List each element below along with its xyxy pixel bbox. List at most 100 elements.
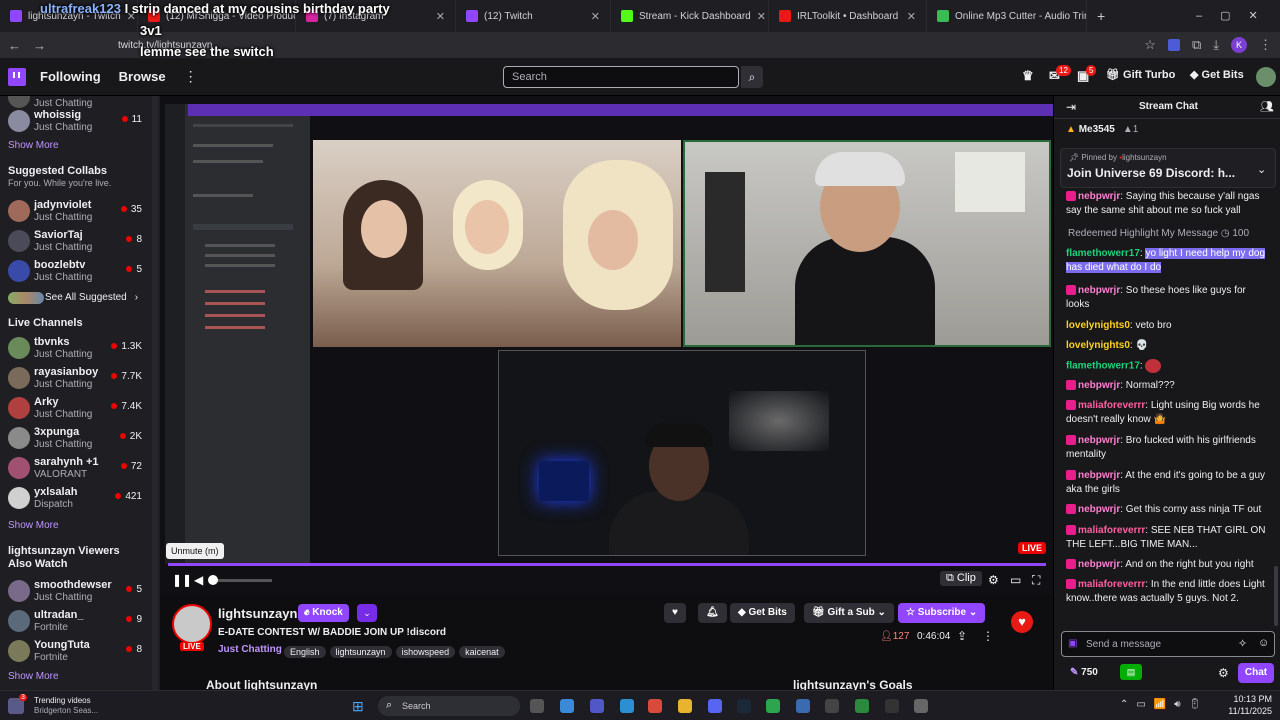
chat-settings-gear-icon[interactable]: ⚙ — [1218, 666, 1229, 680]
bookmark-star-icon[interactable]: ☆ — [1144, 37, 1156, 53]
new-tab-button[interactable]: + — [1087, 0, 1117, 32]
notification-bell-button[interactable]: 🔔︎ — [698, 603, 727, 623]
live-channel[interactable]: tbvnks Just Chatting 1.3K — [0, 333, 150, 363]
obs-icon[interactable] — [885, 699, 899, 713]
prime-crown-icon[interactable]: ♛ — [1022, 68, 1034, 86]
app-icon[interactable] — [855, 699, 869, 713]
discord-icon[interactable] — [708, 699, 722, 713]
show-more-link[interactable]: Show More — [8, 671, 59, 682]
subscribe-button[interactable]: ☆ Subscribe ⌄ — [898, 603, 986, 623]
bits-cheer-icon[interactable]: ✧ — [1238, 637, 1247, 650]
gift-sub-button[interactable]: 🎁︎ Gift a Sub ⌄ — [804, 603, 894, 623]
collab-channel[interactable]: jadynviolet Just Chatting 35 — [0, 196, 150, 226]
get-bits-button[interactable]: ◆ Get Bits — [730, 603, 795, 623]
windows-start-icon[interactable]: ⊞ — [352, 698, 364, 715]
leaderboard-entry[interactable]: ▲ Me3545 ▲1 — [1066, 124, 1138, 135]
knock-dropdown-chevron-icon[interactable]: ⌄ — [357, 604, 377, 622]
tag[interactable]: English — [284, 646, 326, 658]
tag[interactable]: lightsunzayn — [329, 646, 392, 658]
pinned-message[interactable]: 📌︎ Pinned by ▪lightsunzayn Join Universe… — [1060, 148, 1276, 188]
window-controls[interactable]: ‒▢✕ — [1196, 9, 1276, 22]
channel-name[interactable]: lightsunzayn — [218, 606, 297, 621]
browse-link[interactable]: Browse — [119, 69, 166, 84]
close-icon[interactable]: ✕ — [436, 10, 445, 23]
knock-button[interactable]: ✊︎ Knock — [298, 604, 349, 622]
get-bits-button[interactable]: ◆ Get Bits — [1190, 68, 1244, 86]
browser-tab[interactable]: (12) Twitch ✕ — [456, 0, 611, 32]
playback-progress-bar[interactable] — [168, 563, 1046, 566]
menu-kebab-icon[interactable]: ⋮ — [1259, 37, 1272, 53]
more-options-icon[interactable]: ⋮ — [982, 629, 994, 643]
clock-date[interactable]: 11/11/2025 — [1222, 706, 1272, 716]
channel-points-balance[interactable]: ✎ 750 — [1070, 667, 1098, 678]
close-icon[interactable]: ✕ — [907, 10, 916, 23]
browser-tab[interactable]: Stream - Kick Dashboard ✕ — [611, 0, 769, 32]
also-watch-channel[interactable]: YoungTuta Fortnite 8 — [0, 636, 150, 666]
settings-gear-icon[interactable]: ⚙ — [988, 573, 999, 587]
collapse-chat-icon[interactable]: ⇥ — [1066, 100, 1076, 114]
extension-icon[interactable] — [1167, 39, 1180, 51]
live-channel[interactable]: sarahynh +1 VALORANT 72 — [0, 453, 150, 483]
collab-channel[interactable]: SaviorTaj Just Chatting 8 — [0, 226, 150, 256]
teams-icon[interactable] — [590, 699, 604, 713]
pause-icon[interactable]: ❚❚ — [172, 573, 192, 587]
more-menu-icon[interactable]: ⋮ — [184, 68, 198, 85]
show-more-link[interactable]: Show More — [8, 520, 59, 531]
clip-button[interactable]: ⧉ Clip — [940, 571, 982, 586]
also-watch-channel[interactable]: ultradan_ Fortnite 9 — [0, 606, 150, 636]
copilot-icon[interactable] — [560, 699, 574, 713]
see-all-suggested-link[interactable]: See All Suggested › — [45, 292, 138, 303]
gift-turbo-button[interactable]: 🎁︎ Gift Turbo — [1106, 68, 1175, 86]
back-icon[interactable]: ← — [8, 38, 21, 53]
chrome-profile-icon[interactable] — [766, 699, 780, 713]
volume-icon[interactable]: ◀ — [194, 573, 203, 587]
category-link[interactable]: Just Chatting — [218, 644, 282, 655]
volume-slider[interactable] — [212, 579, 272, 582]
users-icon[interactable]: 👥︎ — [1260, 100, 1274, 113]
extensions-puzzle-icon[interactable]: ⧉ — [1192, 37, 1201, 53]
also-watch-channel[interactable]: smoothdewser Just Chatting 5 — [0, 576, 150, 606]
following-link[interactable]: Following — [40, 69, 101, 84]
chrome-icon[interactable] — [648, 699, 662, 713]
fullscreen-icon[interactable]: ⛶ — [1032, 573, 1040, 588]
live-channel[interactable]: 3xpunga Just Chatting 2K — [0, 423, 150, 453]
app-icon[interactable] — [796, 699, 810, 713]
search-input[interactable]: Search — [503, 66, 739, 88]
close-icon[interactable]: ✕ — [591, 10, 600, 23]
live-channel[interactable]: rayasianboy Just Chatting 7.7K — [0, 363, 150, 393]
user-avatar[interactable] — [1256, 67, 1276, 87]
live-channel[interactable]: yxlsalah Dispatch 421 — [0, 483, 150, 513]
app-icon[interactable] — [914, 699, 928, 713]
chat-scrollbar[interactable] — [1274, 566, 1278, 626]
share-icon[interactable]: ⇪ — [957, 629, 967, 643]
forward-icon[interactable]: → — [33, 38, 46, 53]
tag[interactable]: ishowspeed — [395, 646, 456, 658]
emote-picker-icon[interactable]: ☺ — [1258, 637, 1269, 649]
clock-time[interactable]: 10:13 PM — [1222, 694, 1272, 704]
system-tray-icons[interactable]: ⌃▭📶🔊︎🔋︎ — [1120, 699, 1209, 710]
followed-channel[interactable]: whoissig Just Chatting 11 — [0, 106, 150, 136]
browser-tab[interactable]: IRLToolkit • Dashboard ✕ — [769, 0, 927, 32]
profile-avatar[interactable]: K — [1231, 37, 1247, 53]
file-explorer-icon[interactable] — [678, 699, 692, 713]
edge-icon[interactable] — [620, 699, 634, 713]
hype-heart-icon[interactable]: ♥︎ — [1011, 611, 1033, 633]
claim-bonus-icon[interactable]: ▤ — [1120, 664, 1142, 680]
volume-slider-handle[interactable] — [208, 575, 218, 585]
close-icon[interactable]: ✕ — [757, 10, 766, 23]
follow-heart-button[interactable]: ♥︎ — [664, 603, 686, 623]
search-icon[interactable]: ⌕ — [741, 66, 763, 88]
app-icon[interactable] — [825, 699, 839, 713]
taskbar-search[interactable]: ⌕ Search — [378, 696, 520, 716]
channel-avatar[interactable] — [172, 604, 212, 644]
theatre-mode-icon[interactable]: ▭ — [1010, 573, 1021, 587]
browser-tab[interactable]: Online Mp3 Cutter - Audio Trim✕ — [927, 0, 1087, 32]
show-more-link[interactable]: Show More — [8, 140, 59, 151]
chat-send-button[interactable]: Chat — [1238, 663, 1274, 683]
video-player[interactable]: LIVE Unmute (m) ❚❚ ◀ ⧉ Clip ⚙ ▭ ⛶ — [160, 96, 1053, 594]
steam-icon[interactable] — [737, 699, 751, 713]
live-channel[interactable]: Arky Just Chatting 7.4K — [0, 393, 150, 423]
sidebar-scrollbar[interactable] — [152, 96, 158, 690]
tag[interactable]: kaicenat — [459, 646, 505, 658]
download-icon[interactable]: ⤓ — [1213, 37, 1219, 53]
